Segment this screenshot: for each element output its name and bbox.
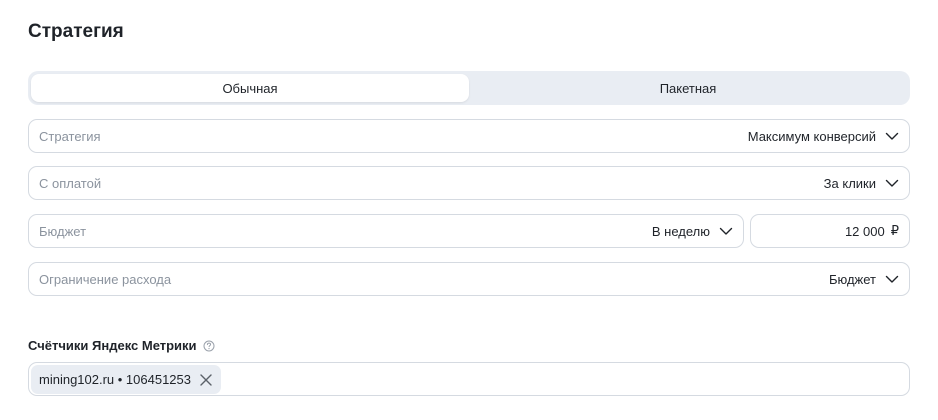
metrika-section-title: Счётчики Яндекс Метрики xyxy=(28,338,215,353)
budget-amount-input[interactable]: 12 000 ₽ xyxy=(750,214,910,248)
metrika-title: Счётчики Яндекс Метрики xyxy=(28,338,197,353)
counter-label: mining102.ru • 106451253 xyxy=(39,372,192,387)
close-icon[interactable] xyxy=(199,373,213,387)
question-circle-icon[interactable] xyxy=(203,340,215,352)
chevron-down-icon xyxy=(885,129,899,143)
spend-limit-label: Ограничение расхода xyxy=(39,271,172,287)
strategy-panel: Стратегия Обычная Пакетная Стратегия Мак… xyxy=(0,0,938,420)
chevron-down-icon xyxy=(885,176,899,190)
payment-select[interactable]: С оплатой За клики xyxy=(28,166,910,200)
strategy-label: Стратегия xyxy=(39,128,101,144)
strategy-value: Максимум конверсий xyxy=(747,128,876,144)
payment-value: За клики xyxy=(823,175,876,191)
tab-package[interactable]: Пакетная xyxy=(469,74,907,102)
budget-period-select[interactable]: Бюджет В неделю xyxy=(28,214,744,248)
tab-regular[interactable]: Обычная xyxy=(31,74,469,102)
strategy-select[interactable]: Стратегия Максимум конверсий xyxy=(28,119,910,153)
metrika-counter-tag: mining102.ru • 106451253 xyxy=(31,365,222,394)
payment-label: С оплатой xyxy=(39,175,102,191)
page-title: Стратегия xyxy=(28,21,124,42)
budget-period-value: В неделю xyxy=(651,223,710,239)
chevron-down-icon xyxy=(719,224,733,238)
budget-amount-value: 12 000 xyxy=(844,223,885,239)
budget-label: Бюджет xyxy=(39,223,87,239)
currency-symbol: ₽ xyxy=(890,223,899,238)
spend-limit-value: Бюджет xyxy=(828,271,876,287)
strategy-mode-switch: Обычная Пакетная xyxy=(28,71,910,105)
chevron-down-icon xyxy=(885,272,899,286)
spend-limit-select[interactable]: Ограничение расхода Бюджет xyxy=(28,262,910,296)
